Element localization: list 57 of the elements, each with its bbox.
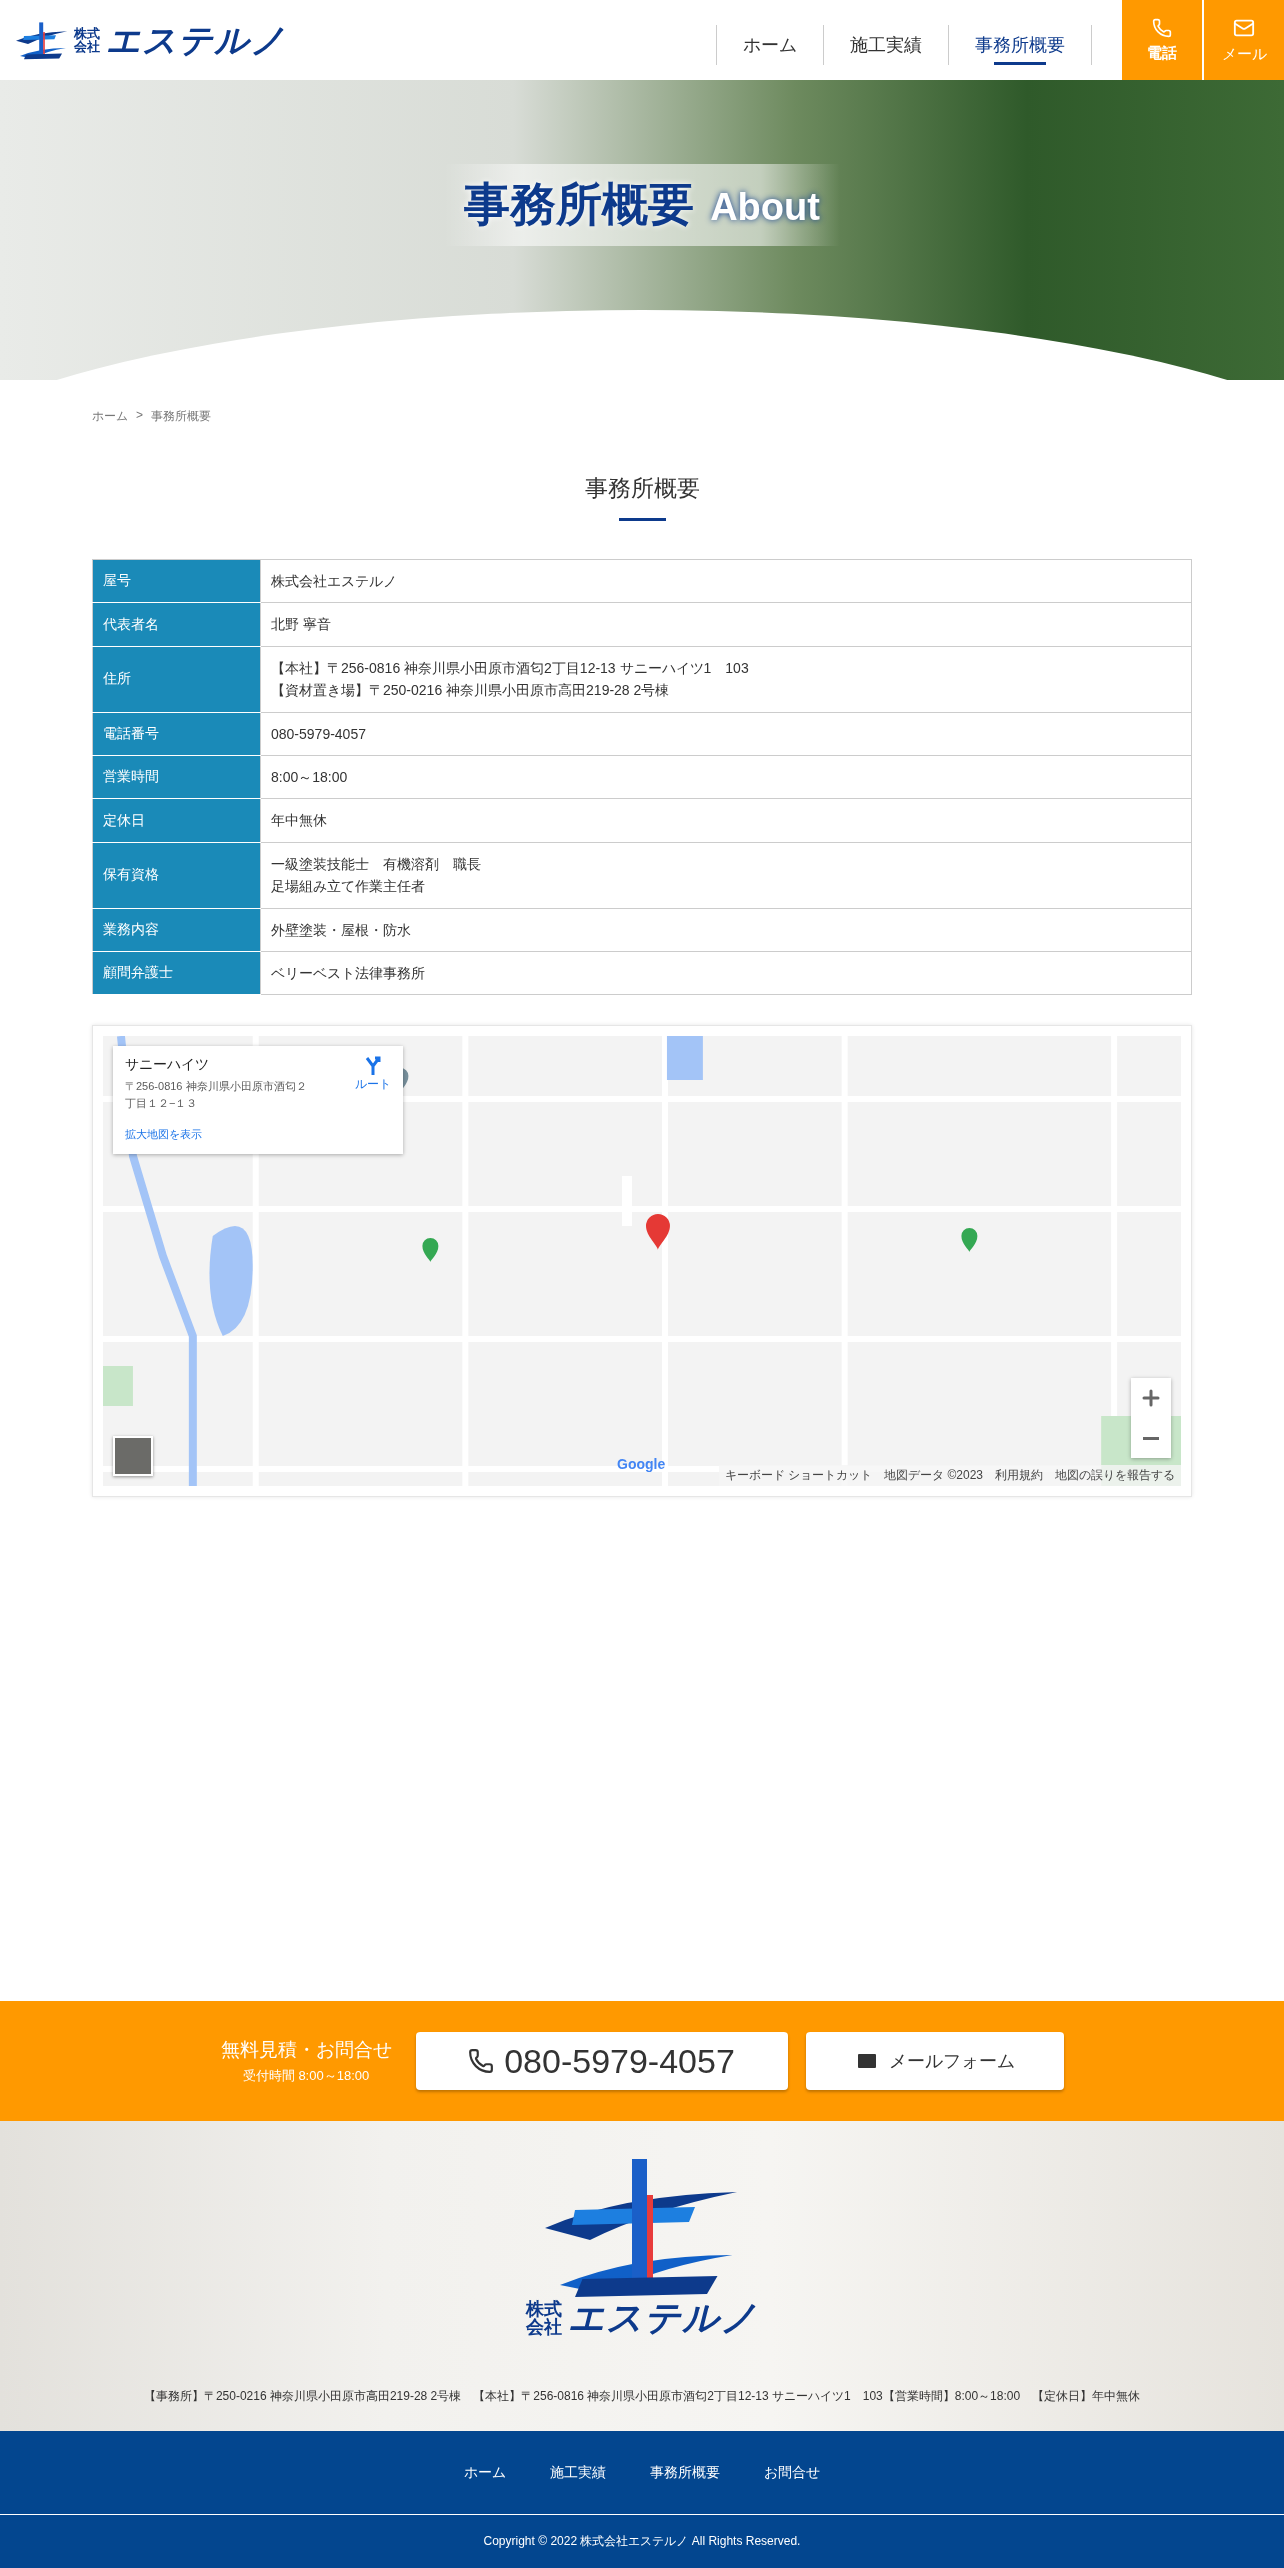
row-label: 業務内容	[92, 908, 261, 952]
row-value: 株式会社エステルノ	[260, 559, 1192, 603]
logo-name: エステルノ	[568, 2300, 758, 2336]
footer-address: 【事務所】〒250-0216 神奈川県小田原市高田219-28 2号棟 【本社】〒256-0816 神奈川県小田原市酒匂2丁目12-13 サニーハイツ1 103【営業時間】8:00～18:00 【定休日】年中無休	[143, 2388, 1141, 2405]
map-attribution-link[interactable]: 地図データ ©2023	[884, 1467, 983, 1485]
nav-link[interactable]: ホーム	[716, 25, 823, 65]
breadcrumb-separator: >	[136, 408, 143, 424]
breadcrumb-current: 事務所概要	[151, 408, 211, 425]
map-attribution-link[interactable]: キーボード ショートカット	[724, 1467, 873, 1485]
row-value: 【本社】〒256-0816 神奈川県小田原市酒匂2丁目12-13 サニーハイツ1 103 【資材置き場】〒250-0216 神奈川県小田原市高田219-28 2号棟	[260, 646, 1192, 713]
copyright: Copyright © 2022 株式会社エステルノ All Rights Reserved.	[483, 2533, 801, 2550]
map-attribution-link[interactable]: 利用規約	[995, 1467, 1043, 1485]
footer-link[interactable]: 事務所概要	[650, 2463, 720, 2482]
row-label: 電話番号	[92, 712, 261, 756]
row-value: 一級塗装技能士 有機溶剤 職長 足場組み立て作業主任者	[260, 842, 1192, 908]
row-label: 代表者名	[92, 602, 261, 647]
footer-link[interactable]: お問合せ	[764, 2463, 820, 2482]
row-value: 8:00～18:00	[260, 755, 1192, 799]
logo-prefix: 株式 会社	[74, 27, 100, 53]
cta-hours: 受付時間 8:00～18:00	[242, 2067, 370, 2085]
place-address: 〒256-0816 神奈川県小田原市酒匂２ 丁目１２−１３	[125, 1079, 308, 1111]
row-value: 年中無休	[260, 798, 1192, 843]
larger-map-link[interactable]: 拡大地図を表示	[125, 1127, 391, 1143]
row-label: 営業時間	[92, 755, 261, 799]
logo-mark-icon	[16, 20, 68, 60]
map-brand: Google	[617, 1456, 666, 1473]
minus-icon	[1143, 1436, 1159, 1440]
row-value: ベリーベスト法律事務所	[260, 951, 1192, 995]
hero-title: 事務所概要	[464, 177, 695, 232]
footer-link[interactable]: ホーム	[464, 2463, 506, 2482]
nav-link[interactable]: 施工実績	[823, 25, 948, 65]
phone-number-button[interactable]: 080-5979-4057	[415, 2032, 788, 2090]
row-value: 北野 寧音	[260, 602, 1192, 647]
mail-form-button[interactable]: メールフォーム	[805, 2032, 1064, 2090]
zoom-in-button[interactable]	[1131, 1378, 1171, 1419]
row-label: 保有資格	[92, 842, 261, 908]
phone-icon	[468, 2048, 495, 2074]
route-icon	[363, 1056, 383, 1077]
logo-prefix: 株式 会社	[526, 2300, 562, 2336]
row-value: 080-5979-4057	[260, 712, 1192, 756]
zoom-out-button[interactable]	[1131, 1418, 1171, 1459]
breadcrumb-link[interactable]: ホーム	[92, 408, 128, 425]
row-label: 顧問弁護士	[92, 951, 261, 995]
row-label: 定休日	[92, 798, 261, 843]
row-label: 屋号	[92, 559, 261, 603]
map-attribution-link[interactable]: 地図の誤りを報告する	[1055, 1467, 1175, 1485]
satellite-thumbnail[interactable]	[113, 1436, 153, 1477]
cta-title: 無料見積・お問合せ	[220, 2038, 392, 2062]
footer-link[interactable]: 施工実績	[550, 2463, 606, 2482]
phone-icon	[1152, 17, 1172, 38]
row-value: 外壁塗装・屋根・防水	[260, 908, 1192, 952]
logo-name: エステルノ	[106, 23, 286, 57]
place-name: サニーハイツ	[125, 1056, 210, 1075]
nav-link[interactable]: 事務所概要	[948, 25, 1092, 65]
row-label: 住所	[92, 646, 261, 713]
route-button[interactable]: ルート	[355, 1056, 391, 1112]
section-heading: 事務所概要	[584, 473, 700, 521]
